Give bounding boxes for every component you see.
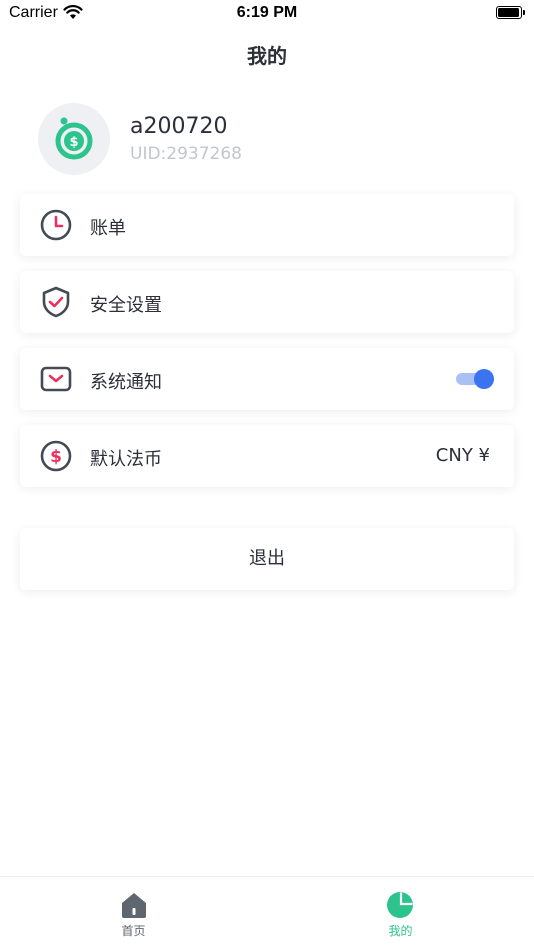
logout-button[interactable]: 退出 xyxy=(20,528,514,590)
tab-mine[interactable]: 我的 xyxy=(267,877,534,951)
home-icon xyxy=(120,891,148,919)
menu-item-notifications[interactable]: 系统通知 xyxy=(20,348,514,410)
avatar[interactable]: $ xyxy=(38,103,110,175)
page-title: 我的 xyxy=(247,44,287,68)
coin-logo-icon: $ xyxy=(55,117,93,160)
user-id: UID:2937268 xyxy=(130,144,242,164)
dollar-icon: $ xyxy=(40,440,72,472)
mail-icon xyxy=(40,363,72,395)
status-bar: Carrier 6:19 PM xyxy=(0,0,534,28)
menu-label-bill: 账单 xyxy=(90,218,126,239)
currency-value: CNY ¥ xyxy=(435,445,490,466)
tab-bar: 首页 我的 xyxy=(0,876,534,951)
shield-icon xyxy=(40,286,72,318)
tab-mine-label: 我的 xyxy=(388,924,413,938)
username: a200720 xyxy=(130,114,228,139)
menu-label-notifications: 系统通知 xyxy=(90,372,162,393)
notifications-toggle[interactable] xyxy=(456,369,494,389)
menu-item-bill[interactable]: 账单 xyxy=(20,194,514,256)
battery-icon xyxy=(496,6,525,19)
menu-label-currency: 默认法币 xyxy=(90,449,162,470)
menu-item-security[interactable]: 安全设置 xyxy=(20,271,514,333)
tab-home[interactable]: 首页 xyxy=(0,877,267,951)
status-time: 6:19 PM xyxy=(236,4,298,21)
menu-label-security: 安全设置 xyxy=(90,295,162,316)
svg-text:$: $ xyxy=(50,447,62,467)
pie-chart-icon xyxy=(386,891,414,919)
clock-icon xyxy=(40,209,72,241)
menu-item-default-currency[interactable]: $ 默认法币 CNY ¥ xyxy=(20,425,514,487)
svg-text:$: $ xyxy=(69,135,78,150)
tab-home-label: 首页 xyxy=(121,924,146,938)
